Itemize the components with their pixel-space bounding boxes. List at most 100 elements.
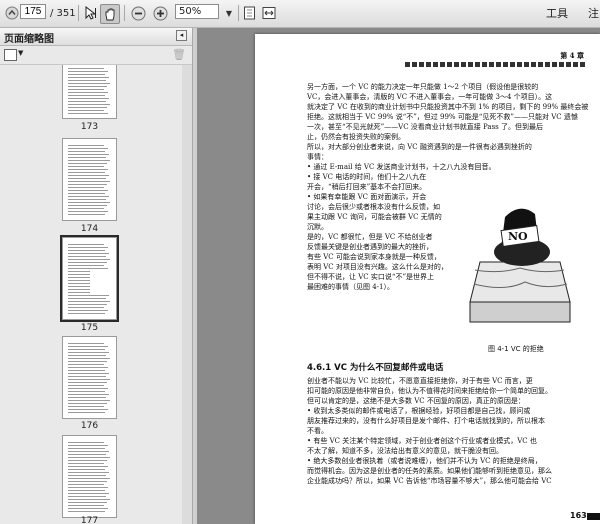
- hand-tool-icon[interactable]: [100, 4, 120, 24]
- text-line: 就决定了 VC 在收到的商业计划书中只能投资其中不到 1% 的项目，剩下的 99…: [307, 103, 589, 111]
- tools-menu[interactable]: 工具: [546, 4, 568, 22]
- thumbnail-text-line: [68, 406, 104, 407]
- figure-4-1: NO: [460, 202, 580, 342]
- thumbnail-text-line: [68, 190, 108, 191]
- thumbnail-text-line: [68, 442, 104, 443]
- thumbnail-scrollbar[interactable]: [182, 65, 192, 524]
- page-total: / 351: [50, 7, 76, 19]
- thumbnail-text-line: [68, 394, 109, 395]
- thumbnail-text-line: [68, 349, 105, 350]
- thumbnail-text-line: [68, 301, 110, 302]
- toolbar-separator: [238, 5, 239, 21]
- page-thumbnail[interactable]: [62, 138, 117, 221]
- trash-icon[interactable]: 🗑: [172, 48, 186, 61]
- thumbnail-text-line: [68, 280, 90, 281]
- thumbnail-text-line: [68, 295, 109, 296]
- panel-title: 页面缩略图: [4, 34, 54, 45]
- thumbnail-text-line: [68, 271, 90, 272]
- page-thumbnail[interactable]: [62, 435, 117, 518]
- thumbnail-text-line: [68, 385, 104, 386]
- thumbnail-text-line: [68, 487, 108, 488]
- comment-menu[interactable]: 注: [588, 4, 599, 22]
- page-thumbnail[interactable]: [62, 336, 117, 419]
- thumbnail-text-line: [68, 397, 106, 398]
- options-icon[interactable]: [4, 49, 17, 61]
- thumbnail-label: 176: [80, 421, 99, 431]
- thumbnail-text-line: [68, 247, 108, 248]
- thumbnail-text-line: [68, 166, 104, 167]
- page-number: 163: [570, 511, 587, 520]
- thumbnail-text-line: [68, 478, 110, 479]
- thumbnail-text-line: [68, 367, 108, 368]
- thumbnail-text-line: [68, 310, 108, 311]
- collapse-panel-icon[interactable]: ◂: [176, 30, 187, 41]
- text-line: 创业者不能以为 VC 比较忙，不愿意直接拒绝你，对于有些 VC 而言，更: [307, 377, 533, 385]
- thumbnail-text-line: [68, 352, 109, 353]
- text-line: VC，会进入董事会，清版的 VC 不进入董事会，一年可能做 3～4 个项目）。这: [307, 93, 553, 101]
- thumbnail-text-line: [68, 274, 90, 275]
- thumbnail-text-line: [68, 92, 108, 93]
- select-cursor-icon[interactable]: [82, 4, 100, 22]
- thumbnail-text-line: [68, 107, 107, 108]
- page-up-icon[interactable]: [3, 4, 21, 22]
- thumbnail-text-line: [68, 472, 109, 473]
- thumbnail-text-line: [68, 113, 108, 114]
- thumbnail-text-line: [68, 469, 105, 470]
- zoom-value: 50%: [179, 6, 202, 17]
- thumbnail-text-line: [68, 289, 90, 290]
- zoom-out-icon[interactable]: [129, 4, 147, 22]
- text-line: 止，仍然会有投资失败的案例。: [307, 133, 405, 141]
- page-number-input[interactable]: [20, 4, 46, 19]
- thumbnail-text-line: [68, 484, 104, 485]
- fit-page-icon[interactable]: [240, 4, 258, 22]
- thumbnail-text-line: [68, 451, 109, 452]
- chevron-down-icon[interactable]: ▼: [220, 4, 238, 22]
- thumbnail-text-line: [68, 454, 106, 455]
- thumbnail-label: 174: [80, 224, 99, 234]
- thumbnail-text-line: [68, 445, 108, 446]
- document-viewer[interactable]: 第 4 章 另一方面，一个 VC 的能力决定一年只能做 1～2 个项目（假设他是…: [197, 28, 600, 524]
- text-line: 一次，甚至“不见光就死”——VC 没看商业计划书就直接 Pass 了。但到最后: [307, 123, 543, 131]
- fit-width-icon[interactable]: [260, 4, 278, 22]
- thumbnail-text-line: [68, 382, 107, 383]
- thumbnail-text-line: [68, 172, 105, 173]
- thumbnail-text-line: [68, 89, 104, 90]
- page-thumbnail-selected[interactable]: [60, 235, 119, 322]
- zoom-in-icon[interactable]: [151, 4, 169, 22]
- toolbar-separator: [124, 5, 125, 21]
- section-title: 4.6.1 VC 为什么不回复邮件或电话: [307, 363, 444, 373]
- text-line: 所以，对大部分创业者来说，向 VC 融资遇到的是一件很有必遇到挫折的: [307, 143, 532, 151]
- thumbnail-text-line: [68, 364, 104, 365]
- thumbnail-text-line: [68, 292, 90, 293]
- thumbnail-text-line: [68, 98, 109, 99]
- thumbnail-text-line: [68, 343, 104, 344]
- panel-header: 页面缩略图 ◂: [0, 28, 192, 46]
- thumbnail-label: 173: [80, 122, 99, 132]
- thumbnail-text-line: [68, 259, 110, 260]
- thumbnail-text-line: [68, 403, 107, 404]
- page-number-tab: [587, 513, 600, 520]
- chevron-down-icon[interactable]: ▼: [18, 49, 23, 57]
- figure-caption: 图 4-1 VC 的拒绝: [488, 345, 544, 353]
- thumbnail-text-line: [68, 205, 107, 206]
- text-line: • 收到太多类似的邮件或电话了，根据经验，好项目都是自己找，顾问或: [307, 407, 531, 415]
- text-line: 企业能成功吗？所以，如果 VC 告诉他“市场容量不够大”，那么他可能会给 VC: [307, 477, 552, 485]
- text-line: 但不得不说，让 VC 实口说“不”是世界上: [307, 273, 435, 281]
- text-line: 是的，VC 都很忙，但是 VC 不给创业者: [307, 233, 433, 241]
- thumbnail-text-line: [68, 268, 108, 269]
- text-line: • 通过 E-mail 给 VC 发送商业计划书，十之八九没有回音。: [307, 163, 496, 171]
- thumbnail-text-line: [68, 511, 105, 512]
- thumbnail-text-line: [68, 145, 104, 146]
- zoom-select[interactable]: 50%: [175, 4, 219, 19]
- thumbnail-text-line: [68, 448, 105, 449]
- text-line: 表明 VC 对项目没有兴趣。这么什么是对的，: [307, 263, 448, 271]
- text-line: 有些 VC 可能会说到家本身就是一种反馈，: [307, 253, 441, 261]
- thumbnail-text-line: [68, 379, 110, 380]
- thumbnail-label: 175: [80, 323, 99, 333]
- thumbnail-text-line: [68, 160, 110, 161]
- page-thumbnail[interactable]: [62, 65, 117, 119]
- thumbnail-text-line: [68, 277, 90, 278]
- thumbnail-text-line: [68, 304, 107, 305]
- thumbnail-text-line: [68, 493, 109, 494]
- thumbnail-text-line: [68, 457, 110, 458]
